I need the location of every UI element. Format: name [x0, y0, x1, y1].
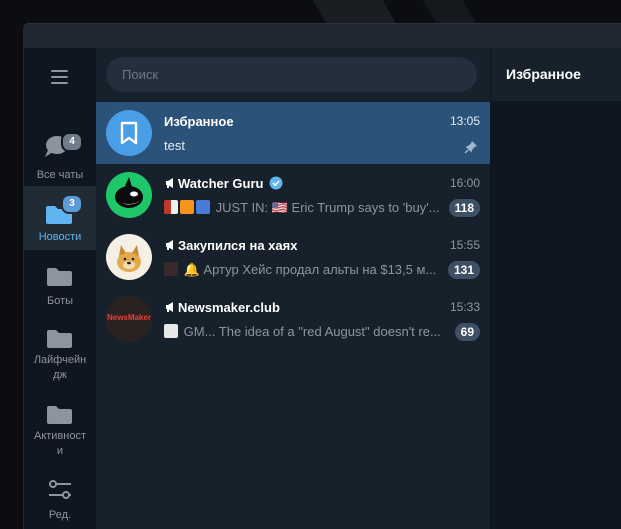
- hamburger-icon[interactable]: [47, 68, 73, 86]
- folder-icon: [47, 268, 72, 286]
- chat-name: Newsmaker.club: [164, 300, 280, 315]
- chat-time: 13:05: [449, 114, 480, 128]
- chat-time: 15:55: [449, 238, 480, 252]
- megaphone-icon: [166, 240, 173, 250]
- folder-icon: [47, 406, 72, 424]
- folder-badge: 3: [61, 194, 83, 214]
- folder-bots[interactable]: Боты: [24, 252, 96, 312]
- pin-icon: [464, 141, 477, 154]
- preview-text: GM... The idea of a "red August" doesn't…: [183, 324, 441, 339]
- chat-preview: JUST IN: 🇺🇸 Eric Trump says to 'buy'...: [164, 200, 449, 216]
- folder-label: Новости: [38, 231, 82, 243]
- chat-time: 16:00: [449, 176, 480, 190]
- folder-all-chats[interactable]: 4 Все чаты: [24, 124, 96, 186]
- telegram-window: 4 Все чаты 3 Новости Боты Лайфчейн дж Ак…: [23, 23, 621, 529]
- saved-messages-avatar: [106, 110, 152, 156]
- preview-text: 🔔 Артур Хейс продал альты на $13,5 м...: [183, 262, 437, 277]
- folder-label: Ред.: [48, 509, 72, 521]
- conversation-header: Избранное: [491, 48, 621, 102]
- chat-list-panel: Избранное 13:05 test: [96, 48, 490, 529]
- verified-icon: [269, 176, 283, 190]
- newsmaker-avatar: NewsMaker: [106, 296, 152, 342]
- folder-label: Все чаты: [36, 169, 84, 181]
- chat-title: Newsmaker.club: [178, 300, 280, 315]
- folder-lifechange[interactable]: Лайфчейн дж: [24, 316, 96, 386]
- unread-badge: 131: [447, 261, 480, 279]
- conversation-area: [491, 102, 621, 529]
- chat-item-saved[interactable]: Избранное 13:05 test: [96, 102, 490, 164]
- folder-icon: [47, 330, 72, 348]
- search-input[interactable]: [106, 57, 477, 92]
- media-thumbnail: [164, 200, 178, 214]
- chat-preview: test: [164, 138, 185, 153]
- megaphone-icon: [166, 302, 173, 312]
- folder-edit[interactable]: Ред.: [24, 468, 96, 526]
- folder-label: Активност и: [33, 430, 87, 457]
- preview-text: JUST IN: 🇺🇸 Eric Trump says to 'buy'...: [215, 200, 440, 215]
- folder-label: Лайфчейн дж: [33, 354, 87, 381]
- conversation-title[interactable]: Избранное: [506, 66, 581, 82]
- chat-preview: GM... The idea of a "red August" doesn't…: [164, 324, 449, 339]
- chats-icon: [45, 136, 68, 157]
- folder-activities[interactable]: Активност и: [24, 392, 96, 462]
- chat-name: Watcher Guru: [164, 176, 283, 191]
- chat-name: Закупился на хаях: [164, 238, 297, 253]
- orca-logo-icon: [115, 177, 143, 208]
- folder-label: Боты: [46, 295, 74, 307]
- megaphone-icon: [166, 178, 173, 188]
- sliders-icon: [49, 480, 71, 499]
- avatar-logo-text: NewsMaker: [106, 313, 152, 322]
- chat-item-watcher-guru[interactable]: Watcher Guru 16:00 JUST IN: 🇺🇸 Eric Trum…: [96, 164, 490, 226]
- chat-preview: 🔔 Артур Хейс продал альты на $13,5 м...: [164, 262, 449, 278]
- folder-badge: 4: [61, 132, 83, 152]
- bitcoin-icon: [180, 200, 194, 214]
- title-bar: [24, 24, 621, 48]
- folder-icon: [46, 206, 72, 224]
- folder-sidebar: 4 Все чаты 3 Новости Боты Лайфчейн дж Ак…: [24, 48, 96, 529]
- folder-news[interactable]: 3 Новости: [24, 186, 96, 250]
- doge-avatar: [106, 234, 152, 280]
- unread-badge: 69: [454, 323, 480, 341]
- crypto-icon: [196, 200, 210, 214]
- doge-icon: [117, 245, 141, 272]
- media-thumbnail: [164, 262, 178, 276]
- watcher-guru-avatar: [106, 172, 152, 218]
- chat-title: Закупился на хаях: [178, 238, 298, 253]
- chat-item-newsmaker[interactable]: NewsMaker Newsmaker.club 15:33 GM... The…: [96, 288, 490, 350]
- chat-item-zakupilsya[interactable]: Закупился на хаях 15:55 🔔 Артур Хейс про…: [96, 226, 490, 288]
- chat-title: Watcher Guru: [178, 176, 264, 191]
- media-thumbnail: [164, 324, 178, 338]
- bookmark-icon: [120, 121, 138, 145]
- chat-name: Избранное: [164, 114, 234, 129]
- unread-badge: 118: [448, 199, 480, 217]
- chat-time: 15:33: [449, 300, 480, 314]
